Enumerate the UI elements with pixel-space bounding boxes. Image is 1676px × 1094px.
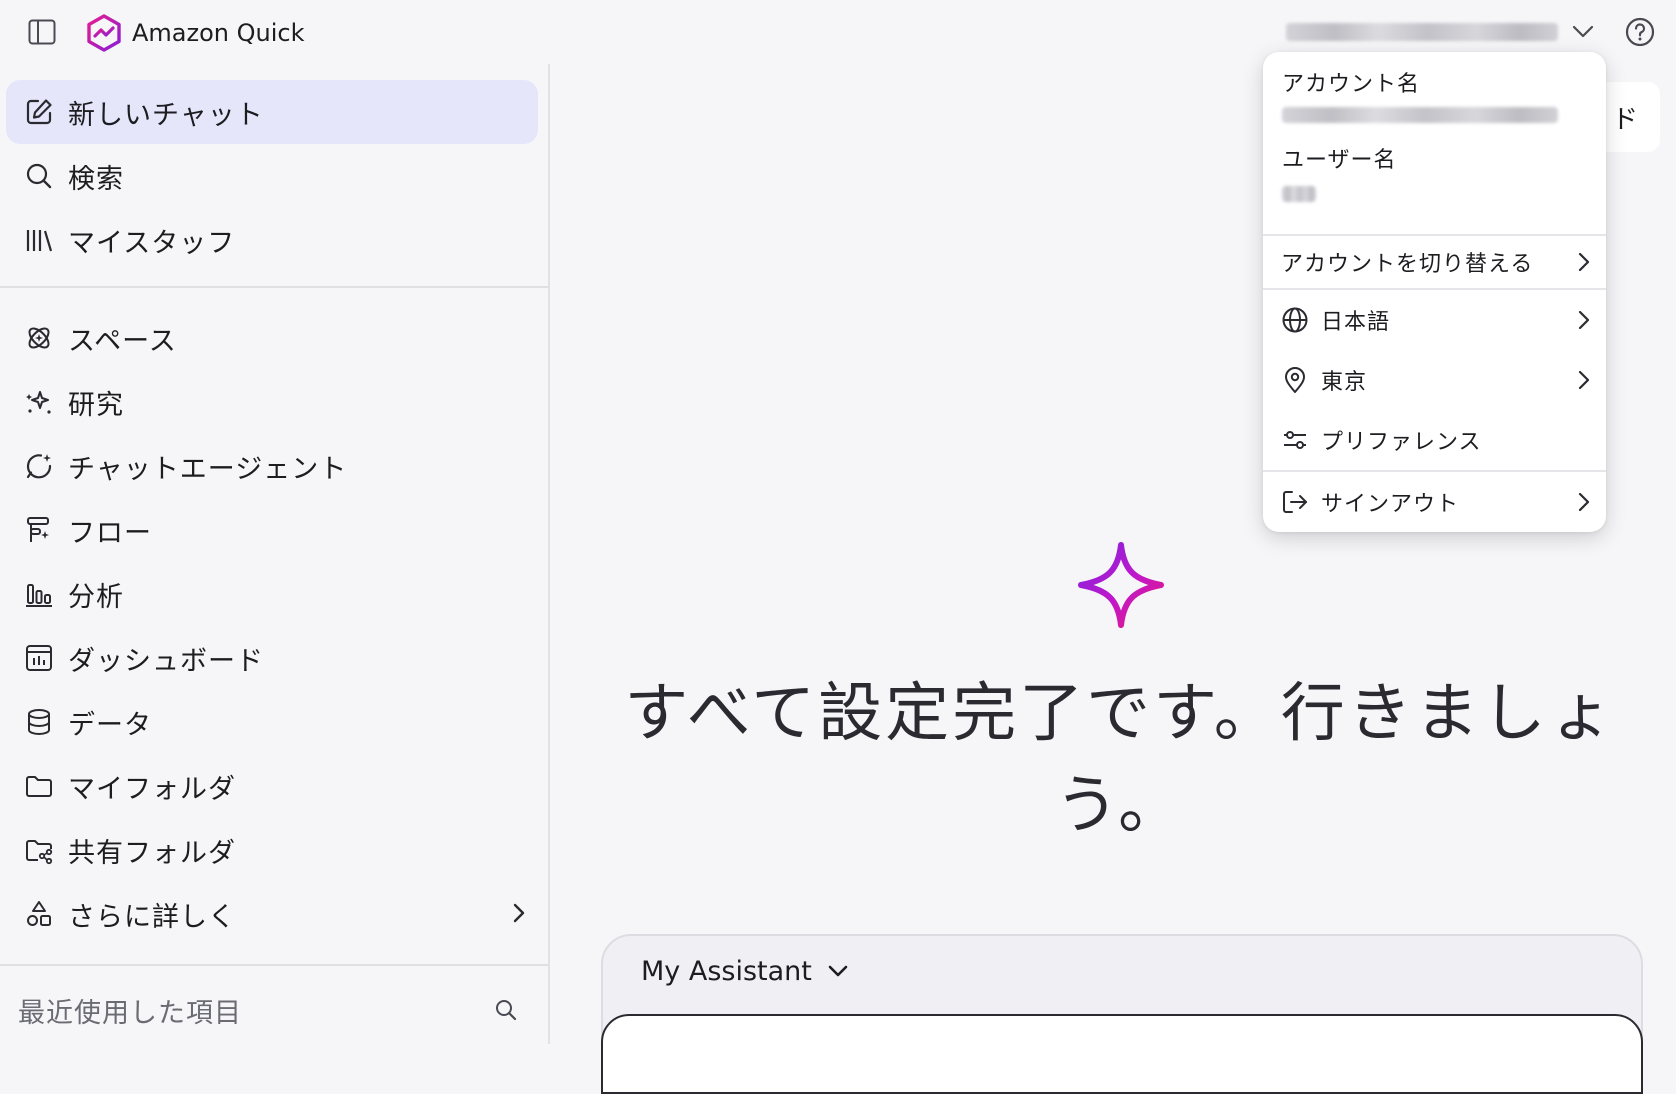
region-label: 東京 <box>1321 370 1368 395</box>
sidebar-item-label: マイスタッフ <box>68 227 236 259</box>
switch-account-item[interactable]: アカウントを切り替える <box>1263 236 1606 288</box>
sparkle-icon <box>1078 542 1164 628</box>
sidebar-item-label: 検索 <box>68 163 124 195</box>
chevron-right-icon <box>513 903 525 923</box>
edit-icon <box>24 97 54 127</box>
sidebar-item-chat-agent[interactable]: チャットエージェント <box>6 434 538 498</box>
sidebar-item-my-stuff[interactable]: マイスタッフ <box>6 208 538 272</box>
folder-icon <box>24 771 54 801</box>
sidebar-toggle-button[interactable] <box>26 18 58 46</box>
assistant-selector[interactable]: My Assistant <box>641 956 848 987</box>
sidebar-item-label: チャットエージェント <box>68 453 348 485</box>
chevron-right-icon <box>1578 310 1590 330</box>
chevron-down-icon <box>828 965 848 977</box>
globe-icon <box>1281 306 1309 334</box>
account-dropdown-menu: アカウント名 ユーザー名 アカウントを切り替える 日本語 東京 プリファレンス … <box>1263 52 1606 532</box>
sidebar-item-label: マイフォルダ <box>68 773 236 805</box>
sidebar-item-spaces[interactable]: スペース <box>6 306 538 370</box>
sidebar-item-label: 研究 <box>68 389 124 421</box>
sidebar-item-flow[interactable]: フロー <box>6 498 538 562</box>
chat-agent-icon <box>24 451 54 481</box>
sidebar-item-label: ダッシュボード <box>68 645 264 677</box>
sidebar-item-shared-folder[interactable]: 共有フォルダ <box>6 818 538 882</box>
sidebar-item-label: 分析 <box>68 581 124 613</box>
sidebar-item-label: さらに詳しく <box>68 901 236 933</box>
chat-composer: My Assistant <box>601 934 1643 1094</box>
switch-account-label: アカウントを切り替える <box>1281 252 1534 277</box>
location-pin-icon <box>1281 366 1309 394</box>
shapes-icon <box>24 899 54 929</box>
brand[interactable]: Amazon Quick <box>86 14 305 52</box>
sidebar-panel-icon <box>28 19 56 45</box>
recent-items-label: 最近使用した項目 <box>18 997 242 1029</box>
search-icon[interactable] <box>494 998 518 1022</box>
sidebar-divider <box>0 286 550 288</box>
welcome-headline: すべて設定完了です。行きましょう。 <box>624 677 1616 843</box>
sidebar-divider <box>0 964 550 966</box>
sign-out-item[interactable]: サインアウト <box>1263 474 1606 530</box>
sign-out-label: サインアウト <box>1321 492 1460 517</box>
sidebar-item-research[interactable]: 研究 <box>6 370 538 434</box>
chat-input[interactable] <box>601 1014 1643 1094</box>
blurred-user-name-value <box>1282 186 1316 202</box>
preferences-item[interactable]: プリファレンス <box>1263 412 1606 468</box>
chevron-right-icon <box>1578 370 1590 390</box>
chevron-right-icon <box>1578 492 1590 512</box>
account-menu-button[interactable] <box>1286 18 1594 46</box>
sidebar-item-label: 新しいチャット <box>68 99 264 131</box>
account-name-label: アカウント名 <box>1282 72 1421 97</box>
language-item[interactable]: 日本語 <box>1263 292 1606 348</box>
menu-divider <box>1263 470 1606 472</box>
sidebar-item-dashboard[interactable]: ダッシュボード <box>6 626 538 690</box>
preferences-label: プリファレンス <box>1321 430 1482 455</box>
menu-divider <box>1263 288 1606 290</box>
sidebar: 新しいチャット 検索 マイスタッフ スペース 研究 チャットエージェント フロー… <box>0 64 550 1044</box>
amazon-quick-logo-icon <box>87 14 121 52</box>
analysis-icon <box>24 579 54 609</box>
sidebar-item-learn-more[interactable]: さらに詳しく <box>6 882 538 946</box>
language-label: 日本語 <box>1321 310 1391 335</box>
sidebar-item-label: 共有フォルダ <box>68 837 236 869</box>
user-name-label: ユーザー名 <box>1282 148 1397 173</box>
shared-folder-icon <box>24 835 54 865</box>
recent-items-header: 最近使用した項目 <box>18 990 518 1030</box>
blurred-account-name <box>1286 23 1558 41</box>
help-icon <box>1625 17 1655 47</box>
app-name: Amazon Quick <box>132 19 305 47</box>
library-icon <box>24 225 54 255</box>
database-icon <box>24 707 54 737</box>
dashboard-icon <box>24 643 54 673</box>
search-icon <box>24 161 54 191</box>
sidebar-item-analysis[interactable]: 分析 <box>6 562 538 626</box>
sidebar-item-label: スペース <box>68 325 177 357</box>
sign-out-icon <box>1281 488 1309 516</box>
sliders-icon <box>1281 426 1309 454</box>
sidebar-item-data[interactable]: データ <box>6 690 538 754</box>
chevron-right-icon <box>1578 252 1590 272</box>
sidebar-item-my-folder[interactable]: マイフォルダ <box>6 754 538 818</box>
sidebar-item-label: データ <box>68 709 152 741</box>
sidebar-item-label: フロー <box>68 517 152 549</box>
sidebar-item-search[interactable]: 検索 <box>6 144 538 208</box>
help-button[interactable] <box>1624 16 1656 48</box>
region-item[interactable]: 東京 <box>1263 352 1606 408</box>
blurred-account-name-value <box>1282 107 1558 123</box>
partially-hidden-text: ド <box>1611 104 1638 135</box>
assistant-label: My Assistant <box>641 956 812 987</box>
chevron-down-icon <box>1572 25 1594 38</box>
spaces-icon <box>24 323 54 353</box>
research-icon <box>24 387 54 417</box>
sidebar-item-new-chat[interactable]: 新しいチャット <box>6 80 538 144</box>
flow-icon <box>24 515 54 545</box>
